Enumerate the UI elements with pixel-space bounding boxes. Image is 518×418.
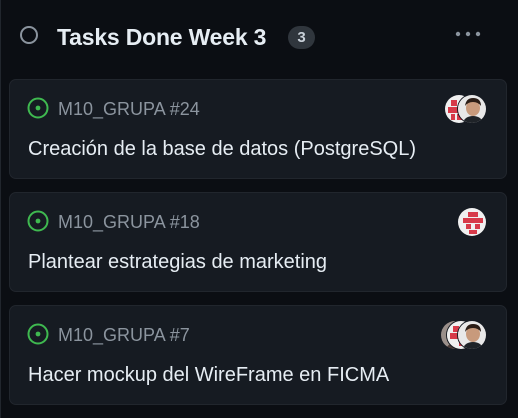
issue-card[interactable]: M10_GRUPA #24 Creación de la base de dat… [9,79,507,179]
user-photo-image [458,95,486,123]
user-photo-avatar[interactable] [457,320,487,350]
column-header: Tasks Done Week 3 3 [1,0,518,76]
issue-opened-icon [27,97,49,119]
issue-title[interactable]: Hacer mockup del WireFrame en FICMA [28,362,389,388]
assignee-avatars [457,207,488,239]
issue-reference[interactable]: M10_GRUPA #18 [58,211,200,233]
issue-card[interactable]: M10_GRUPA #7 Hacer mockup del WireFrame … [9,305,507,405]
issue-opened-icon [27,323,49,345]
item-count-badge: 3 [288,26,315,49]
issue-card[interactable]: M10_GRUPA #18 Plantear estrategias de ma… [9,192,507,292]
issue-title[interactable]: Creación de la base de datos (PostgreSQL… [28,136,416,162]
column-title: Tasks Done Week 3 [57,24,267,50]
kebab-horizontal-icon [455,31,481,37]
user-photo-image [458,321,486,349]
identicon-image [458,208,486,236]
project-column: Tasks Done Week 3 3 M10_GRUPA #24 Creaci… [0,0,518,418]
issue-reference[interactable]: M10_GRUPA #7 [58,324,190,346]
issue-title[interactable]: Plantear estrategias de marketing [28,249,327,275]
assignee-avatars [444,94,488,126]
issue-reference[interactable]: M10_GRUPA #24 [58,98,200,120]
user-photo-avatar[interactable] [457,94,487,124]
identicon-avatar[interactable] [457,207,487,237]
column-menu-button[interactable] [451,20,485,48]
assignee-avatars [440,320,488,352]
issue-opened-icon [27,210,49,232]
circle-icon [20,26,38,44]
